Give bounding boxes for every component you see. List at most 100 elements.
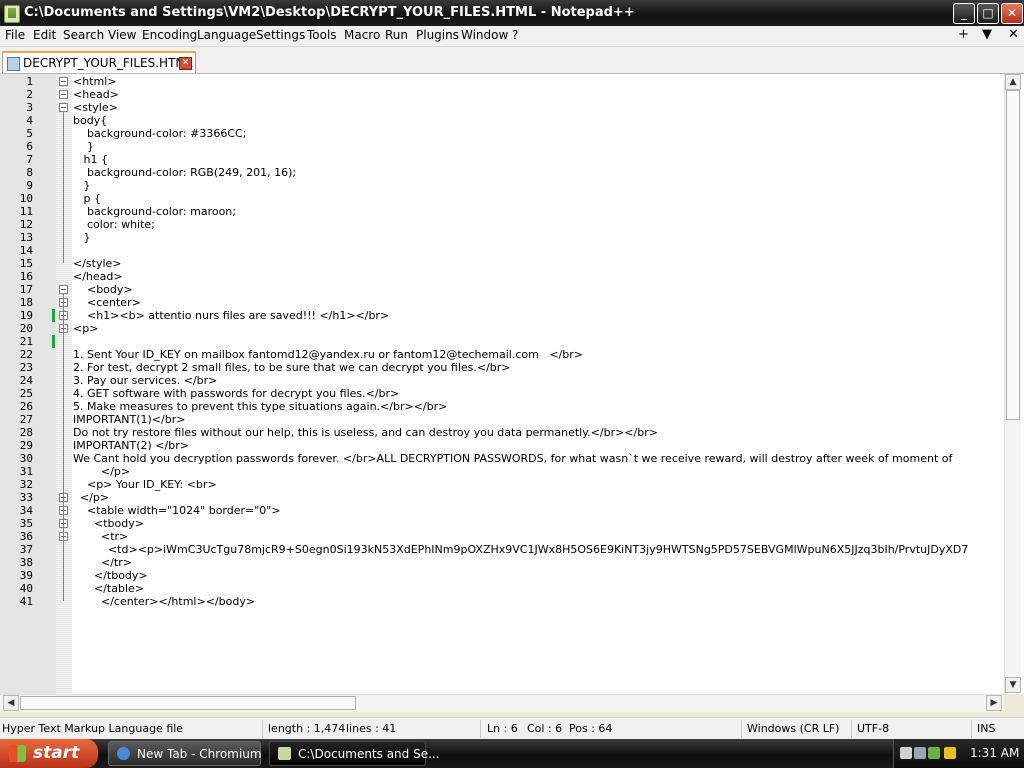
code-line[interactable]: background-color: #3366CC; [73,127,246,140]
menu-language[interactable]: Language [197,28,256,42]
menu-tools[interactable]: Tools [307,28,337,42]
fold-toggle-icon[interactable] [59,103,68,112]
code-line[interactable]: } [73,140,94,153]
code-line[interactable]: </head> [73,270,123,283]
code-line[interactable]: <h1><b> attentio nurs files are saved!!!… [73,309,389,322]
menu-settings[interactable]: Settings [256,28,305,42]
code-line[interactable]: <table width="1024" border="0"> [73,504,281,517]
code-line[interactable]: IMPORTANT(1)</br> [73,413,185,426]
vertical-scrollbar[interactable]: ▲ ▼ [1004,74,1021,693]
window-title: C:\Documents and Settings\VM2\Desktop\DE… [24,5,635,20]
minimize-button[interactable]: _ [953,3,975,24]
scroll-down-icon[interactable]: ▼ [1005,677,1021,693]
menu-help[interactable]: ? [512,28,518,42]
keyboard-icon[interactable] [900,747,912,759]
clock[interactable]: 1:31 AM [970,746,1019,760]
scroll-left-icon[interactable]: ◀ [3,695,19,711]
code-line[interactable]: Do not try restore files without our hel… [73,426,658,439]
status-length: length : 1,474 [268,722,346,735]
scroll-up-icon[interactable]: ▲ [1005,74,1021,90]
fold-toggle-icon[interactable] [59,285,68,294]
line-number: 36 [19,530,33,543]
editor-area[interactable]: 1 2 3 4 5 6 7 8 9 10 11 12 13 14 15 16 17 18 19 20 21 22 23 24 2… [0,74,1024,694]
update-icon[interactable] [928,747,940,759]
code-line[interactable]: 4. GET software with passwords for decry… [73,387,399,400]
start-button[interactable]: start [0,739,98,768]
code-line[interactable]: <html> [73,75,117,88]
fold-toggle-icon[interactable] [59,90,68,99]
menu-view[interactable]: View [108,28,136,42]
fold-margin[interactable] [56,74,72,694]
line-number: 26 [19,400,33,413]
code-line[interactable]: <tbody> [73,517,144,530]
line-number: 41 [19,595,33,608]
code-line[interactable]: background-color: maroon; [73,205,236,218]
code-line[interactable]: background-color: RGB(249, 201, 16); [73,166,296,179]
code-line[interactable]: <p> Your ID_KEY: <br> [73,478,217,491]
code-line[interactable]: </center></html></body> [73,595,255,608]
code-line[interactable]: h1 { [73,153,107,166]
code-line[interactable]: } [73,231,90,244]
code-line[interactable]: 5. Make measures to prevent this type si… [73,400,447,413]
code-line[interactable]: } [73,179,90,192]
code-line[interactable]: </style> [73,257,122,270]
status-position: Pos : 64 [569,722,613,735]
code-line[interactable]: <body> [73,283,133,296]
horizontal-scroll-thumb[interactable] [20,696,356,710]
menu-edit[interactable]: Edit [33,28,56,42]
code-line[interactable]: <p> [73,322,98,335]
vertical-scroll-thumb[interactable] [1006,90,1020,420]
menu-run[interactable]: Run [385,28,408,42]
taskbar: start New Tab - Chromium C:\Documents an… [0,739,1024,768]
menu-file[interactable]: File [5,28,25,42]
code-line[interactable]: IMPORTANT(2) </br> [73,439,189,452]
code-line[interactable]: 3. Pay our services. </br> [73,374,217,387]
title-bar[interactable]: C:\Documents and Settings\VM2\Desktop\DE… [0,0,1024,26]
menu-encoding[interactable]: Encoding [142,28,197,42]
status-insert-mode: INS [977,722,996,735]
code-line[interactable]: </p> [73,491,109,504]
notepadpp-icon[interactable] [4,5,20,23]
menu-plugins[interactable]: Plugins [416,28,459,42]
code-line[interactable]: color: white; [73,218,155,231]
close-doc-icon[interactable]: ✕ [1008,27,1019,42]
security-shield-icon[interactable] [944,747,956,759]
taskbar-item-label: C:\Documents and Se... [298,747,440,761]
fold-guide-line [63,294,64,601]
code-line[interactable]: 2. For test, decrypt 2 small files, to b… [73,361,511,374]
taskbar-item-notepadpp[interactable]: C:\Documents and Se... [269,741,440,766]
close-button[interactable]: ✕ [1001,3,1023,24]
taskbar-item-chromium[interactable]: New Tab - Chromium [108,741,262,766]
line-number: 2 [26,88,33,101]
code-line[interactable]: <tr> [73,530,128,543]
line-number: 19 [19,309,33,322]
line-number: 16 [19,270,33,283]
horizontal-scrollbar[interactable]: ◀ ▶ [0,694,1004,712]
tab-decrypt-your-files[interactable]: DECRYPT_YOUR_FILES.HTML ✕ [2,51,196,73]
tab-close-icon[interactable]: ✕ [179,57,192,70]
code-line[interactable]: <center> [73,296,141,309]
code-line[interactable]: </tbody> [73,569,148,582]
code-line[interactable]: <td><p>iWmC3UcTgu78mjcR9+S0egn0Si193kN53… [73,543,968,556]
dropdown-icon[interactable]: ▼ [982,27,992,42]
code-line[interactable]: p { [73,192,100,205]
code-line[interactable]: </table> [73,582,144,595]
menu-window[interactable]: Window [461,28,508,42]
network-icon[interactable] [914,747,926,759]
menu-macro[interactable]: Macro [344,28,380,42]
code-line[interactable]: body{ [73,114,107,127]
code-line[interactable]: We Cant hold you decryption passwords fo… [73,452,952,465]
scroll-right-icon[interactable]: ▶ [986,695,1002,711]
maximize-button[interactable]: □ [977,3,999,24]
menu-search[interactable]: Search [63,28,104,42]
line-number: 3 [26,101,33,114]
line-number: 20 [19,322,33,335]
fold-toggle-icon[interactable] [59,77,68,86]
code-line[interactable]: </p> [73,465,130,478]
code-line[interactable]: <style> [73,101,118,114]
status-bar: Hyper Text Markup Language file length :… [0,717,1024,740]
code-line[interactable]: </tr> [73,556,132,569]
code-line[interactable]: 1. Sent Your ID_KEY on mailbox fantomd12… [73,348,583,361]
add-icon[interactable]: + [958,27,969,42]
code-line[interactable]: <head> [73,88,119,101]
